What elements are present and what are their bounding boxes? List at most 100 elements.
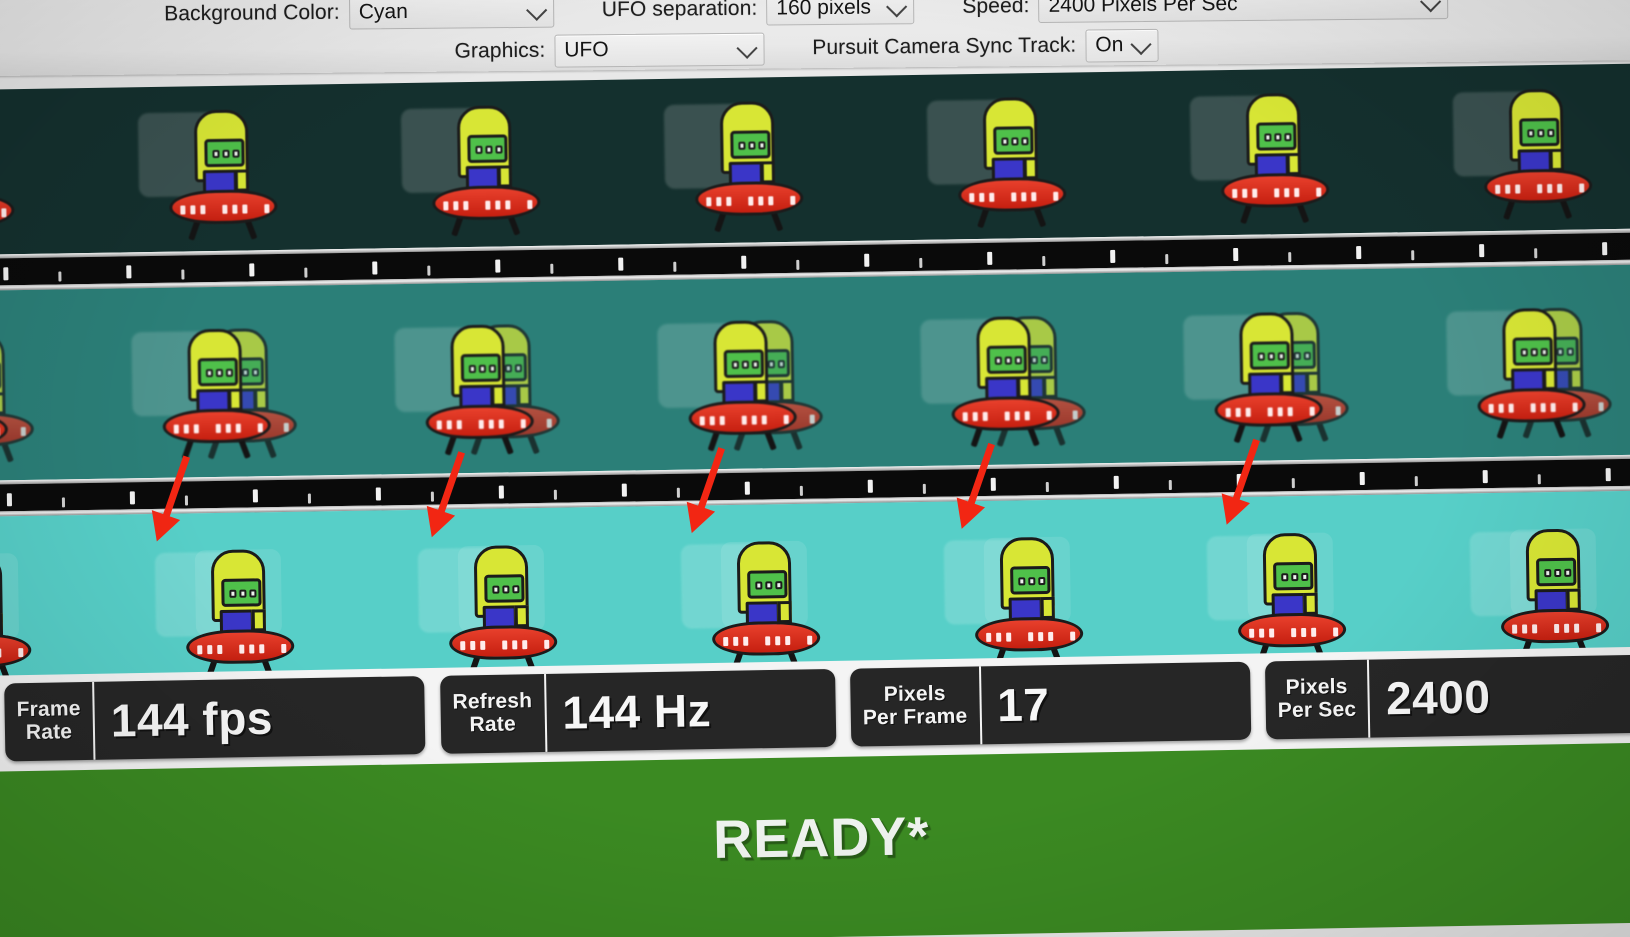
ufo-sprite [920,314,1086,448]
background-color-control: Background Color: Cyan [164,0,554,31]
ufo-alien-eyes [1264,133,1292,142]
ufo-sprite [400,103,545,237]
ufo-alien-face [0,361,2,391]
ufo-alien-arm [1043,375,1058,399]
stat-caption-line2: Per Frame [862,704,968,730]
speed-select[interactable]: 2400 Pixels Per Sec [1038,0,1449,23]
ufo-saucer [695,180,804,217]
ufo-sprite [1446,305,1612,440]
ufo-row [0,264,1630,481]
ufo-alien-arm [251,609,267,632]
background-color-select[interactable]: Cyan [348,0,554,30]
ufo-alien-arm [514,605,529,628]
sync-track-tick [1042,255,1046,267]
sync-track-tick [621,483,627,497]
sync-track-tick [61,497,66,508]
sync-track-tick [430,491,434,502]
sync-track-tick [990,477,996,491]
chevron-down-icon [1420,0,1442,13]
ufo-saucer-lights [723,635,821,647]
speed-value: 2400 Pixels Per Sec [1048,0,1238,17]
speed-control: Speed: 2400 Pixels Per Sec [962,0,1449,23]
ufo-sprite [417,543,562,677]
sync-track-tick [618,257,624,271]
stat-pixels-per-frame: Pixels Per Frame 17 [850,661,1252,747]
ufo-saucer-lights [1512,622,1610,634]
stat-frame-rate-caption: Frame Rate [4,681,96,762]
ufo-alien-arm [1303,592,1318,615]
ufo-separation-select[interactable]: 160 pixels [766,0,915,26]
ufo-alien-face [730,130,771,159]
sync-track-tick [6,493,13,507]
ufo-sprite [657,318,823,452]
ufo-alien-eyes [1257,352,1285,361]
ufo-alien-arm [234,169,250,192]
ufo-sprite [154,547,299,681]
stat-refresh-rate-value: 144 Hz [561,684,712,739]
sync-track-tick [1411,250,1415,261]
ufo-alien-face [1010,565,1051,595]
ufo-saucer-lights [460,639,558,651]
ufo-alien-face [723,349,765,379]
ufo-alien-arm [0,613,4,636]
sync-track-tick [126,265,132,279]
ufo-saucer [448,624,558,661]
sync-track-tick [181,269,185,280]
sync-track-tick [1288,252,1292,263]
ufo-alien-face [747,570,788,599]
stat-caption-line1: Frame [16,697,81,722]
ufo-alien-face [467,134,508,164]
ufo-alien-face [1512,337,1553,366]
ufo-alien-face [993,126,1034,155]
sync-track-tick [1359,471,1365,486]
app-root: Background Color: Cyan UFO separation: 1… [0,0,1630,937]
ufo-saucer [169,189,278,225]
ufo-saucer-lights [0,647,32,658]
ufo-alien-eyes [475,145,503,154]
stat-caption-line2: Rate [25,720,73,745]
sync-track-tick [375,487,381,501]
stat-caption-line1: Refresh [452,689,533,714]
ufo-sprite [394,322,561,456]
ufo-sprite [663,99,808,233]
ufo-saucer [711,620,821,657]
ufo-alien-arm [1040,596,1055,620]
ufo-alien-eyes [755,581,783,590]
ufo-saucer-lights [180,203,278,215]
stat-pixels-per-frame-caption: Pixels Per Frame [850,666,982,747]
sync-track-tick [1356,246,1362,260]
ufo-saucer [0,193,15,229]
ufo-alien-eyes [738,141,766,150]
sync-track-tick [58,271,62,282]
ufo-saucer-lights [962,410,1060,422]
sync-track-tick [1482,470,1488,484]
sync-track-tick [1479,244,1485,258]
ufo-saucer-lights [1249,626,1347,638]
sync-track-tick [1233,247,1239,262]
ufo-saucer-lights [1225,406,1323,418]
speed-label: Speed: [962,0,1030,18]
sync-track-tick [1045,481,1049,492]
ufo-alien-eyes [1001,137,1029,146]
ufo-alien-face [221,578,262,607]
sync-track-tick [864,253,870,267]
sync-track-tick [799,485,803,496]
ufo-sprite [0,551,36,684]
ufo-saucer [974,616,1084,653]
sync-track-tick [1110,249,1116,263]
ufo-separation-value: 160 pixels [776,0,872,20]
ufo-alien-arm [1017,376,1032,399]
ufo-saucer [1500,608,1610,644]
ufo-alien-arm [1549,148,1564,172]
sync-track-tick [129,491,136,505]
ufo-saucer [1483,168,1593,205]
chevron-down-icon [886,0,908,18]
ufo-sprite [1452,86,1597,221]
ufo-alien-eyes [492,585,520,594]
sync-track-tick [184,495,189,506]
stat-pixels-per-frame-value: 17 [996,678,1050,732]
ufo-alien-eyes [205,368,234,378]
stat-caption-line2: Per Sec [1277,697,1357,723]
sync-track-tick [1113,475,1119,489]
status-banner-text: READY* [712,806,930,871]
